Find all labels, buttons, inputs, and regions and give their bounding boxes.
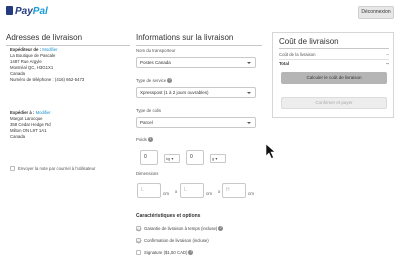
carrier-select[interactable]: Postes Canada — [136, 57, 256, 68]
weight-g-input[interactable]: 0 — [186, 150, 204, 165]
panel-divider — [279, 48, 389, 49]
service-label-text: Type de service — [136, 78, 167, 83]
sender-label: Expéditeur de : — [10, 47, 43, 52]
carrier-value: Postes Canada — [140, 60, 171, 65]
dimension-length-input[interactable]: L — [137, 183, 161, 198]
help-icon[interactable]: ? — [218, 226, 224, 231]
logo-text-pay: Pay — [15, 6, 33, 17]
recipient-address: Expédier à : Modifier Margot Larocque 35… — [10, 110, 51, 140]
chevron-down-icon — [247, 122, 251, 124]
send-note-checkbox[interactable] — [10, 166, 15, 171]
addresses-title: Adresses de livraison — [6, 33, 83, 42]
dimension-height-input[interactable]: H — [222, 183, 246, 198]
logout-button[interactable]: Déconnexion — [358, 6, 394, 19]
help-icon[interactable]: ? — [167, 78, 173, 84]
header: PayPal Déconnexion — [0, 0, 400, 26]
option-label: Confirmation de livraison (incluse) — [144, 238, 209, 243]
on-time-checkbox — [136, 226, 141, 231]
weight-label-text: Poids — [136, 137, 147, 142]
option-delivery-confirmation: Confirmation de livraison (incluse) — [136, 238, 209, 243]
paypal-logo[interactable]: PayPal — [6, 6, 48, 17]
send-note-label: Envoyer la note par courriel à l'utilisa… — [18, 166, 96, 171]
mouse-pointer-icon — [265, 143, 276, 165]
total-value: -- — [386, 61, 389, 66]
signature-checkbox[interactable] — [136, 250, 141, 255]
shipping-info-divider — [136, 45, 262, 46]
total-row: Total -- — [279, 61, 389, 66]
package-label: Type de colis — [136, 108, 162, 113]
chevron-down-icon — [247, 92, 251, 94]
service-value: Xpresspost (1 à 2 jours ouvrables) — [140, 90, 209, 95]
shipping-cost-label: Coût de la livraison — [279, 52, 316, 57]
shipping-info-title: Informations sur la livraison — [136, 33, 234, 42]
weight-g-unit: g — [212, 156, 215, 161]
help-icon[interactable]: ? — [188, 250, 194, 255]
sender-address: Expéditeur de : Modifier La Boutique de … — [10, 47, 84, 83]
calculate-cost-button[interactable]: Calculer le coût de livraison — [281, 72, 387, 84]
delivery-confirmation-checkbox — [136, 238, 141, 243]
total-label: Total — [279, 61, 289, 66]
option-signature[interactable]: Signature ($1,50 CAD) ? — [136, 250, 194, 255]
sender-phone: Numéro de téléphone : (416) 662-5473 — [10, 77, 85, 82]
dimension-width-input[interactable]: L — [180, 183, 204, 198]
help-icon[interactable]: ? — [147, 137, 153, 143]
dimension-separator: x — [175, 189, 178, 194]
dimension-unit: cm — [206, 191, 212, 196]
confirm-and-pay-button[interactable]: Confirmer et payer — [281, 97, 387, 109]
panel-row-divider — [279, 59, 389, 60]
weight-kg-unit-select[interactable]: kg ▾ — [164, 154, 180, 163]
weight-label: Poids? — [136, 137, 153, 143]
shipping-cost-row: Coût de la livraison -- — [279, 52, 389, 57]
option-on-time-guarantee: Garantie de livraison à temps (incluse) … — [136, 226, 224, 231]
shipping-cost-panel: Coût de livraison Coût de la livraison -… — [272, 32, 394, 118]
dimension-separator: x — [218, 189, 221, 194]
package-select[interactable]: Parcel — [136, 117, 256, 128]
dimension-unit: cm — [248, 191, 254, 196]
weight-kg-unit: kg — [166, 156, 171, 161]
dimensions-label: Dimensions — [136, 171, 159, 176]
paypal-icon — [6, 6, 13, 15]
option-label: Signature ($1,50 CAD) — [144, 250, 188, 255]
shipping-cost-title: Coût de livraison — [279, 37, 339, 46]
carrier-label: Nom du transporteur — [136, 48, 176, 53]
service-select[interactable]: Xpresspost (1 à 2 jours ouvrables) — [136, 87, 256, 98]
send-note-option[interactable]: Envoyer la note par courriel à l'utilisa… — [10, 166, 96, 171]
recipient-label: Expédier à : — [10, 110, 36, 115]
recipient-edit-link[interactable]: Modifier — [36, 110, 51, 115]
weight-g-unit-select[interactable]: g ▾ — [210, 154, 226, 163]
dimension-unit: cm — [163, 191, 169, 196]
options-title: Caractéristiques et options — [136, 213, 201, 219]
package-value: Parcel — [140, 120, 153, 125]
addresses-divider — [6, 45, 130, 46]
recipient-line: Canada — [10, 134, 26, 139]
chevron-down-icon — [247, 62, 251, 64]
logo-text-pal: Pal — [32, 6, 48, 17]
weight-kg-input[interactable]: 0 — [140, 150, 158, 165]
option-label: Garantie de livraison à temps (incluse) — [144, 226, 218, 231]
shipping-cost-value: -- — [386, 52, 389, 57]
sender-edit-link[interactable]: Modifier — [42, 47, 57, 52]
service-label: Type de service? — [136, 78, 173, 84]
